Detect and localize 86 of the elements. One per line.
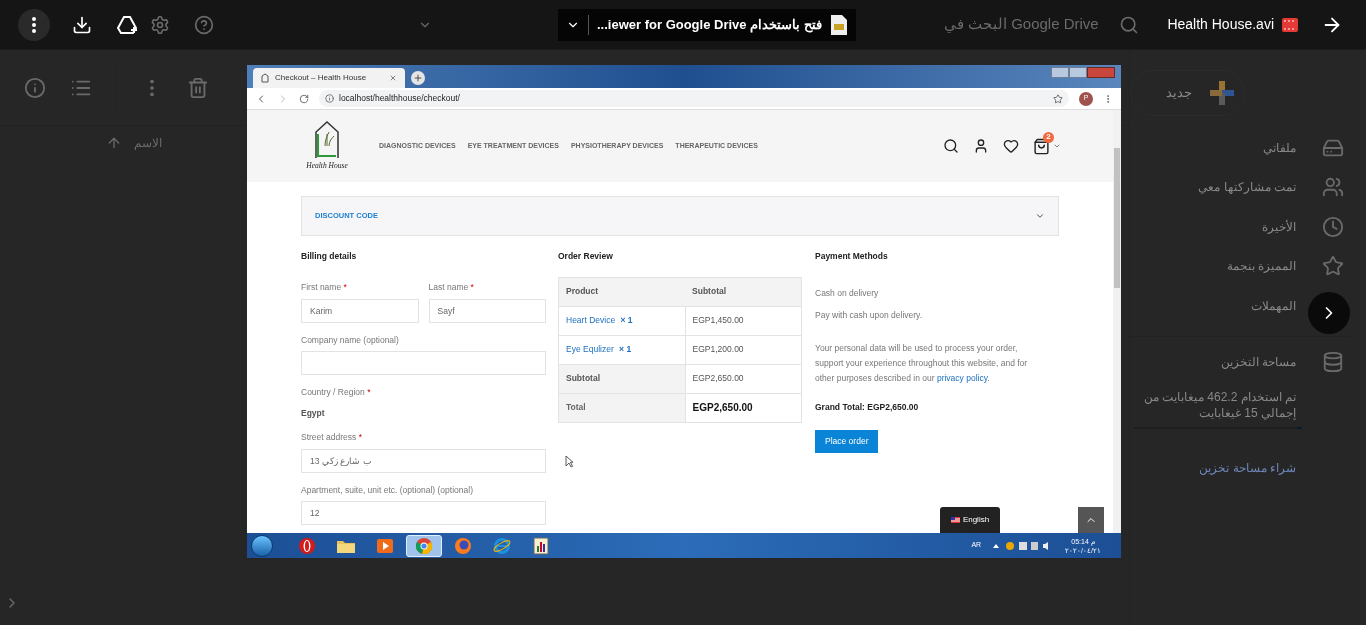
- start-button[interactable]: [251, 534, 273, 557]
- help-icon[interactable]: [194, 14, 214, 35]
- info-icon[interactable]: [24, 76, 46, 99]
- account-icon[interactable]: [973, 138, 989, 154]
- table-cell: Subtotal: [558, 364, 686, 394]
- text-input[interactable]: Sayf: [428, 298, 546, 323]
- firefox-icon[interactable]: [454, 536, 472, 555]
- close-icon[interactable]: [389, 74, 397, 82]
- internet-explorer-icon[interactable]: [493, 536, 511, 555]
- table-cell: EGP2,650.00: [685, 393, 802, 423]
- nav-item[interactable]: ملفاتي: [1263, 138, 1296, 157]
- plus-icon: [1210, 81, 1234, 105]
- text-input[interactable]: Karim: [301, 298, 419, 323]
- media-player-icon[interactable]: [376, 536, 394, 555]
- buy-storage-link[interactable]: شراء مساحة تخزين: [1199, 458, 1296, 477]
- storage-label: مساحة التخزين: [1220, 353, 1296, 371]
- section-title: Payment Methods: [815, 250, 889, 263]
- flag-icon: [950, 517, 960, 523]
- chrome-icon[interactable]: [415, 536, 433, 555]
- nav-item[interactable]: المميزة بنجمة: [1226, 257, 1296, 276]
- window-controls[interactable]: [1051, 67, 1115, 78]
- tray-arrow-icon[interactable]: [993, 543, 1000, 548]
- video-file-icon: [1282, 17, 1298, 32]
- table-cell: EGP1,450.00: [685, 306, 802, 336]
- table-cell: Total: [558, 393, 686, 423]
- chevron-down-icon: [1035, 211, 1045, 221]
- browser-tab[interactable]: Checkout – Health House: [253, 68, 405, 88]
- file-name: Health House.avi: [1167, 15, 1274, 34]
- place-order-button[interactable]: Place order: [815, 430, 879, 453]
- privacy-notice: Your personal data will be used to process your order, support your experience throughout this website, and for other purposes described in our privacy policy.: [815, 342, 1029, 386]
- nav-item[interactable]: الأخيرة: [1262, 217, 1296, 236]
- star-icon[interactable]: [1053, 93, 1063, 104]
- grand-total: Grand Total: EGP2,650.00: [815, 401, 920, 414]
- cart-count: 2: [1043, 131, 1054, 143]
- settings-icon[interactable]: [150, 14, 170, 35]
- chart-app-icon[interactable]: [533, 536, 549, 555]
- section-title: Order Review: [558, 250, 614, 263]
- text-input[interactable]: ب شارع زكي 13: [301, 448, 546, 473]
- caret-icon[interactable]: [1053, 142, 1061, 150]
- language-switcher[interactable]: English: [940, 507, 1000, 533]
- plus-icon: [413, 73, 423, 83]
- table-header: Subtotal: [685, 277, 802, 307]
- wishlist-icon[interactable]: [1003, 138, 1019, 154]
- nav-item[interactable]: المهملات: [1251, 296, 1296, 315]
- search-icon[interactable]: [943, 138, 959, 154]
- cart-icon[interactable]: [1033, 137, 1050, 155]
- new-tab-button[interactable]: [411, 71, 425, 85]
- scrollbar[interactable]: [1113, 110, 1121, 533]
- product-link[interactable]: Heart Device × 1: [558, 306, 686, 336]
- payment-method: Cash on delivery: [815, 286, 880, 300]
- opera-icon[interactable]: [298, 536, 316, 555]
- reload-icon[interactable]: [299, 93, 309, 104]
- download-icon: [72, 14, 92, 35]
- favicon-icon: [261, 73, 269, 83]
- field-label: Country / Region *: [301, 386, 372, 399]
- document-icon: [829, 13, 848, 36]
- field-label: Street address *: [301, 430, 363, 444]
- more-icon: [32, 16, 36, 33]
- column-header[interactable]: الاسم: [134, 134, 162, 152]
- storage-icon: [1322, 350, 1344, 373]
- address-bar[interactable]: localhost/healthhouse/checkout/: [319, 90, 1069, 107]
- table-cell: EGP1,200.00: [685, 335, 802, 365]
- country-value: Egypt: [301, 407, 326, 420]
- storage-usage: تم استخدام 462.2 ميغابايت من إجمالي 15 غيغابايت: [1142, 388, 1297, 421]
- field-label: Company name (optional): [301, 333, 400, 347]
- text-input[interactable]: [301, 351, 546, 376]
- table-cell: EGP2,650.00: [685, 364, 802, 394]
- field-label: Apartment, suite, unit etc. (optional) (optional): [301, 483, 474, 497]
- more-button[interactable]: [18, 8, 50, 41]
- field-label: Last name *: [428, 280, 475, 294]
- product-link[interactable]: Eye Equlizer × 1: [558, 335, 686, 365]
- payment-note: Pay with cash upon delivery.: [815, 308, 924, 322]
- search-field[interactable]: البحث في Google Drive: [943, 13, 1099, 36]
- house-logo-icon: [312, 120, 342, 161]
- text-input[interactable]: 12: [301, 501, 546, 526]
- drive-add-icon: [117, 14, 139, 35]
- clock-icon: [1322, 215, 1344, 238]
- table-header: Product: [558, 277, 686, 307]
- star-icon: [1322, 255, 1344, 278]
- field-label: First name *: [301, 280, 348, 294]
- mouse-cursor-icon: [565, 455, 574, 468]
- nav-item[interactable]: تمت مشاركتها معي: [1198, 178, 1296, 197]
- info-icon: [325, 94, 334, 103]
- section-title: Billing details: [301, 250, 358, 263]
- people-icon: [1322, 176, 1344, 199]
- trash-icon[interactable]: [187, 76, 209, 99]
